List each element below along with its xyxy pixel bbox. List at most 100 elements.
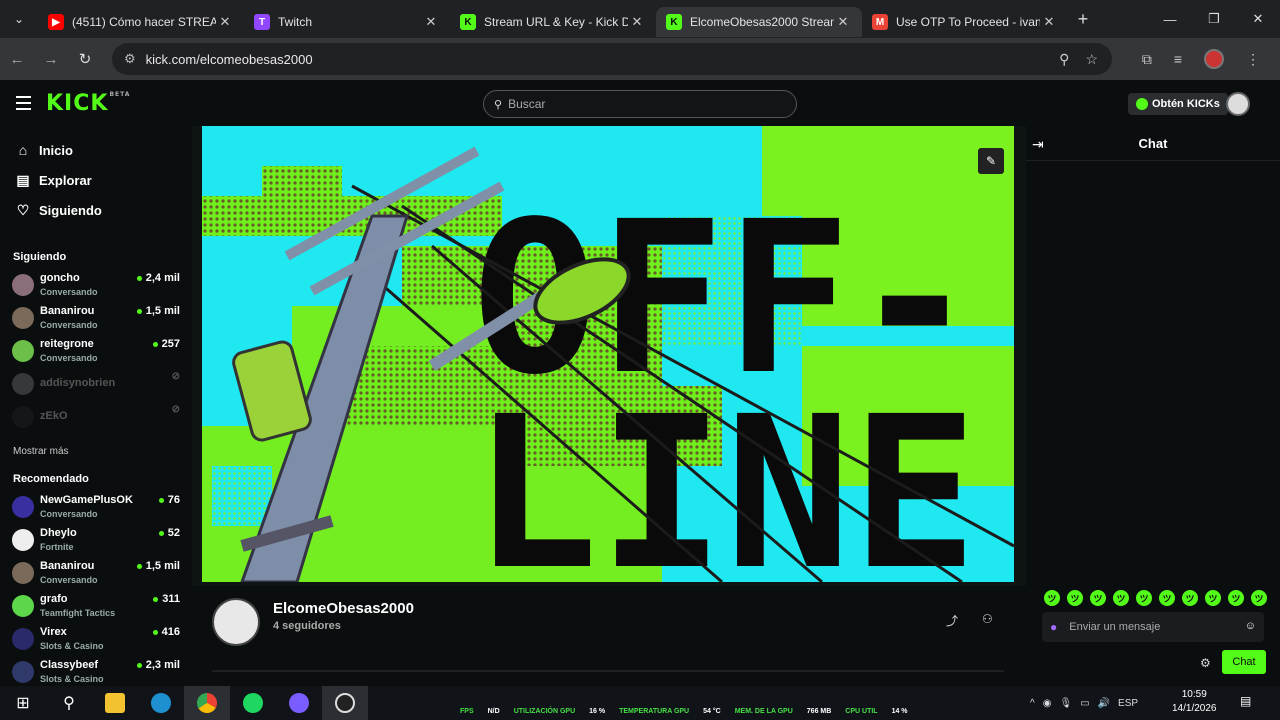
minimize-icon[interactable]: — (1148, 0, 1192, 38)
channel-avatar[interactable] (212, 598, 260, 646)
file-explorer-icon[interactable] (92, 686, 138, 720)
share-icon[interactable]: ⤴ (946, 612, 958, 629)
emote-icon[interactable]: ツ (1228, 590, 1244, 606)
emote-icon[interactable]: ツ (1044, 590, 1060, 606)
emote-icon[interactable]: ツ (1136, 590, 1152, 606)
emote-icon[interactable]: ツ (1090, 590, 1106, 606)
chat-settings-gear-icon[interactable]: ⚙ (1200, 656, 1211, 670)
gpu-stat: 54 °C (703, 708, 721, 715)
channel-category: Fortnite (40, 542, 74, 552)
get-kicks-button[interactable]: Obtén KICKs (1128, 93, 1228, 115)
sidebar-nav-explorar[interactable]: ▤ Explorar (14, 170, 91, 190)
offline-icon: ⊘ (171, 371, 180, 382)
search-input[interactable]: ⚲ Buscar (483, 90, 797, 118)
browse-icon: ▤ (16, 171, 30, 188)
channel-category: Conversando (40, 287, 98, 297)
tab-close-icon[interactable]: ✕ (834, 14, 852, 30)
emote-icon[interactable]: ツ (1205, 590, 1221, 606)
close-window-icon[interactable]: ✕ (1236, 0, 1280, 38)
spotify-icon[interactable] (230, 686, 276, 720)
tab-close-icon[interactable]: ✕ (1040, 14, 1058, 30)
back-icon[interactable]: ← (0, 51, 34, 68)
menu-kebab-icon[interactable]: ⋮ (1246, 51, 1260, 68)
taskbar-search-icon[interactable]: ⚲ (46, 686, 92, 720)
browser-tab[interactable]: T Twitch ✕ (244, 7, 450, 37)
obs-icon[interactable] (322, 686, 368, 720)
tray-volume-icon[interactable]: 🔊 (1098, 698, 1110, 709)
emote-icon[interactable]: ツ (1182, 590, 1198, 606)
nav-label: Inicio (39, 142, 73, 158)
new-tab-button[interactable]: + (1068, 9, 1098, 30)
tab-search-icon[interactable]: ⌄ (0, 0, 38, 38)
taskbar-clock[interactable]: 10:59 14/1/2026 (1172, 688, 1217, 716)
chat-message-input[interactable]: ● Enviar un mensaje ☺ (1042, 612, 1264, 642)
send-chat-button[interactable]: Chat (1222, 650, 1266, 674)
site-info-icon[interactable]: ⚙ (124, 51, 136, 67)
zoom-icon[interactable]: ⚲ (1059, 51, 1069, 68)
discord-icon[interactable] (276, 686, 322, 720)
emoji-picker-icon[interactable]: ☺ (1245, 620, 1256, 632)
sidebar-nav-siguiendo[interactable]: ♡ Siguiendo (14, 200, 102, 220)
sidebar-channel[interactable]: reitegrone Conversando 257 (12, 338, 180, 368)
profile-avatar[interactable] (1204, 49, 1224, 69)
tray-mic-icon[interactable]: 🎙 (1059, 698, 1072, 709)
windows-start-icon[interactable]: ⊞ (0, 686, 46, 720)
media-controls-icon[interactable]: ≡ (1174, 51, 1182, 67)
hamburger-menu-icon[interactable] (16, 96, 31, 114)
viewer-count: 2,3 mil (137, 659, 180, 671)
sidebar-channel[interactable]: Bananirou Conversando 1,5 mil (12, 305, 180, 335)
address-bar-row: ← → ↻ ⚙ kick.com/elcomeobesas2000 ⚲ ☆ ⧉ … (0, 38, 1280, 80)
edit-pencil-icon[interactable]: ✎ (978, 148, 1004, 174)
channel-category: Teamfight Tactics (40, 608, 116, 618)
browser-tab[interactable]: K ElcomeObesas2000 Stream ✕ (656, 7, 862, 37)
clock-time: 10:59 (1181, 689, 1207, 700)
maximize-icon[interactable]: ❐ (1192, 0, 1236, 38)
channel-name[interactable]: ElcomeObesas2000 (273, 600, 414, 617)
follow-user-icon[interactable]: ⚇ (982, 612, 993, 626)
sidebar-channel[interactable]: NewGamePlusOK Conversando 76 (12, 494, 180, 524)
edge-icon[interactable] (138, 686, 184, 720)
bookmark-star-icon[interactable]: ☆ (1085, 51, 1098, 68)
browser-tab[interactable]: M Use OTP To Proceed - ivanfe ✕ (862, 7, 1068, 37)
tray-network-icon[interactable]: ▭ (1080, 698, 1089, 709)
channel-name: NewGamePlusOK (40, 494, 133, 506)
heart-icon: ♡ (16, 201, 30, 218)
tray-expand-icon[interactable]: ^ (1030, 698, 1035, 709)
url-text[interactable]: kick.com/elcomeobesas2000 (146, 52, 313, 67)
sidebar-channel[interactable]: addisynobrien ⊘ (12, 371, 180, 401)
user-avatar[interactable] (1226, 92, 1250, 116)
sidebar-channel[interactable]: Virex Slots & Casino 416 (12, 626, 180, 656)
sidebar-channel[interactable]: Classybeef Slots & Casino 2,3 mil (12, 659, 180, 686)
sidebar-channel[interactable]: Bananirou Conversando 1,5 mil (12, 560, 180, 590)
sidebar-nav-inicio[interactable]: ⌂ Inicio (14, 140, 73, 160)
browser-tab-bar: ⌄ ▶ (4511) Cómo hacer STREAM ✕ T Twitch ✕ K Str… (0, 0, 1280, 38)
sidebar-channel[interactable]: Dheylo Fortnite 52 (12, 527, 180, 557)
tab-close-icon[interactable]: ✕ (628, 14, 646, 30)
forward-icon[interactable]: → (34, 51, 68, 68)
show-more-link[interactable]: Mostrar más (13, 446, 69, 457)
notification-icon[interactable]: ▤ (1240, 694, 1251, 708)
microphone-icon[interactable]: ● (1050, 620, 1057, 634)
tray-language[interactable]: ESP (1118, 698, 1138, 709)
browser-tab[interactable]: ▶ (4511) Cómo hacer STREAM ✕ (38, 7, 244, 37)
emote-icon[interactable]: ツ (1159, 590, 1175, 606)
chrome-icon[interactable] (184, 686, 230, 720)
emote-icon[interactable]: ツ (1067, 590, 1083, 606)
emote-icon[interactable]: ツ (1113, 590, 1129, 606)
tab-label: Use OTP To Proceed - ivanfe (896, 15, 1040, 29)
browser-tab[interactable]: K Stream URL & Key - Kick Da ✕ (450, 7, 656, 37)
reload-icon[interactable]: ↻ (68, 50, 102, 68)
tab-close-icon[interactable]: ✕ (216, 14, 234, 30)
omnibox[interactable]: ⚙ kick.com/elcomeobesas2000 ⚲ ☆ (112, 43, 1112, 75)
kick-logo[interactable]: KICKBETA (46, 91, 130, 116)
sidebar-channel[interactable]: grafo Teamfight Tactics 311 (12, 593, 180, 623)
channel-name: goncho (40, 272, 80, 284)
emote-icon[interactable]: ツ (1251, 590, 1267, 606)
tray-app-icon[interactable]: ◉ (1043, 698, 1052, 709)
sidebar-channel[interactable]: goncho Conversando 2,4 mil (12, 272, 180, 302)
sidebar-channel[interactable]: zEkO ⊘ (12, 404, 180, 434)
extensions-icon[interactable]: ⧉ (1142, 51, 1152, 68)
video-player[interactable]: OFF- LINE (192, 126, 1026, 586)
channel-avatar (12, 274, 34, 296)
tab-close-icon[interactable]: ✕ (422, 14, 440, 30)
